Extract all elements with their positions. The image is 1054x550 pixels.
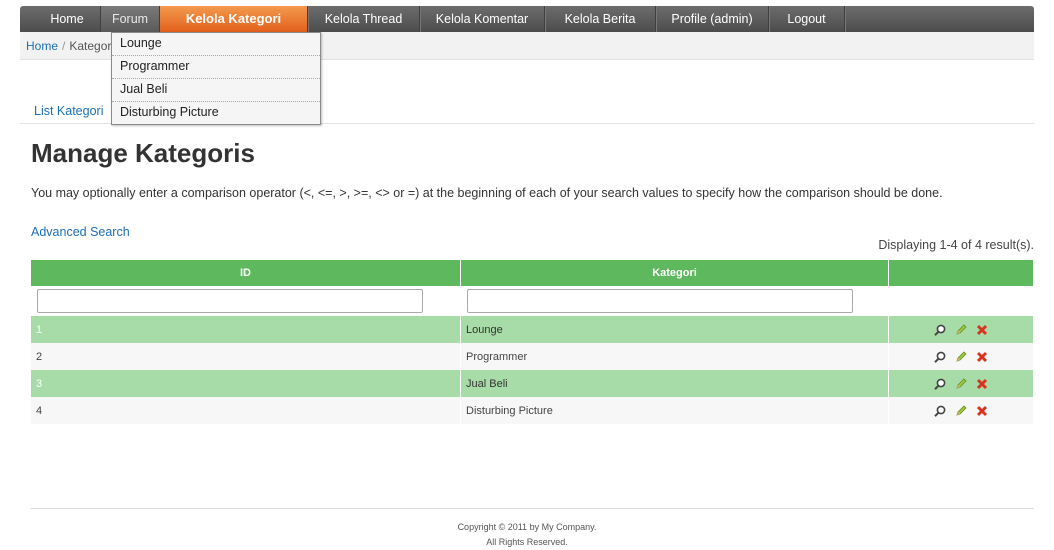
list-kategori-link[interactable]: List Kategori — [34, 104, 103, 118]
table-row: 4 Disturbing Picture — [31, 397, 1034, 424]
update-icon[interactable] — [954, 323, 968, 337]
nav-forum[interactable]: Forum — [101, 6, 160, 32]
update-icon[interactable] — [954, 350, 968, 364]
row-id: 3 — [31, 370, 461, 397]
delete-icon[interactable] — [975, 350, 989, 364]
breadcrumb-home-link[interactable]: Home — [26, 39, 58, 53]
id-filter-input[interactable] — [37, 289, 423, 313]
column-header-id[interactable]: ID — [31, 260, 461, 286]
row-id: 2 — [31, 343, 461, 370]
kategori-filter-input[interactable] — [467, 289, 853, 313]
nav-kelola-komentar[interactable]: Kelola Komentar — [420, 6, 545, 32]
delete-icon[interactable] — [975, 377, 989, 391]
filter-empty-cell — [888, 286, 1034, 316]
view-icon[interactable] — [933, 404, 947, 418]
main-navbar: Home Forum Kelola Kategori Kelola Thread… — [20, 6, 1034, 32]
dropdown-item-disturbing-picture[interactable]: Disturbing Picture — [112, 102, 320, 124]
dropdown-item-lounge[interactable]: Lounge — [112, 33, 320, 56]
nav-logout[interactable]: Logout — [769, 6, 845, 32]
delete-icon[interactable] — [975, 323, 989, 337]
nav-kelola-kategori[interactable]: Kelola Kategori — [160, 6, 308, 32]
row-actions — [888, 370, 1034, 397]
row-id: 4 — [31, 397, 461, 424]
row-actions — [888, 343, 1034, 370]
row-id: 1 — [31, 316, 461, 343]
row-actions — [888, 316, 1034, 343]
nav-kelola-thread[interactable]: Kelola Thread — [308, 6, 420, 32]
table-row: 1 Lounge — [31, 316, 1034, 343]
nav-profile[interactable]: Profile (admin) — [656, 6, 769, 32]
row-kategori: Disturbing Picture — [460, 397, 889, 424]
advanced-search-link[interactable]: Advanced Search — [31, 225, 130, 239]
footer-divider — [31, 508, 1034, 509]
filter-row — [31, 286, 1034, 316]
search-hint-text: You may optionally enter a comparison op… — [31, 186, 943, 200]
column-header-actions — [888, 260, 1034, 286]
update-icon[interactable] — [954, 404, 968, 418]
row-kategori: Jual Beli — [460, 370, 889, 397]
view-icon[interactable] — [933, 377, 947, 391]
row-actions — [888, 397, 1034, 424]
forum-dropdown-menu: Lounge Programmer Jual Beli Disturbing P… — [111, 32, 321, 125]
nav-kelola-berita[interactable]: Kelola Berita — [545, 6, 656, 32]
footer-copyright: Copyright © 2011 by My Company. — [457, 522, 597, 532]
page-title: Manage Kategoris — [31, 138, 255, 168]
dropdown-item-programmer[interactable]: Programmer — [112, 56, 320, 79]
dropdown-item-jual-beli[interactable]: Jual Beli — [112, 79, 320, 102]
row-kategori: Lounge — [460, 316, 889, 343]
table-row: 2 Programmer — [31, 343, 1034, 370]
column-header-kategori[interactable]: Kategori — [460, 260, 889, 286]
row-kategori: Programmer — [460, 343, 889, 370]
footer: Copyright © 2011 by My Company. All Righ… — [20, 520, 1034, 550]
page: Home Forum Kelola Kategori Kelola Thread… — [20, 0, 1040, 548]
nav-home[interactable]: Home — [34, 6, 101, 32]
delete-icon[interactable] — [975, 404, 989, 418]
table-row: 3 Jual Beli — [31, 370, 1034, 397]
result-summary: Displaying 1-4 of 4 result(s). — [878, 238, 1034, 252]
view-icon[interactable] — [933, 323, 947, 337]
view-icon[interactable] — [933, 350, 947, 364]
breadcrumb-separator: / — [62, 39, 66, 53]
kategori-grid: ID Kategori 1 Lounge 2 Programmer 3 Jual… — [31, 260, 1034, 424]
update-icon[interactable] — [954, 377, 968, 391]
